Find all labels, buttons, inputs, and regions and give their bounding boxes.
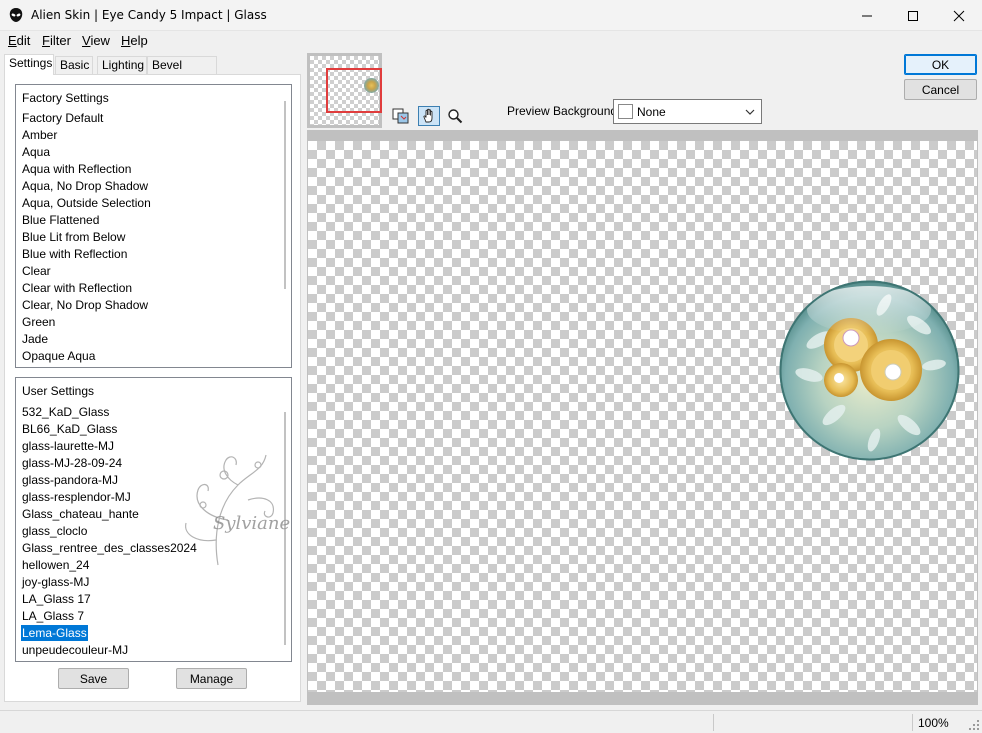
preview-background-select[interactable]: None <box>613 99 762 124</box>
list-item[interactable]: glass-resplendor-MJ <box>21 489 132 505</box>
preview-frame <box>307 130 978 705</box>
close-button[interactable] <box>936 0 982 31</box>
user-list-scrollbar[interactable] <box>284 412 286 645</box>
factory-list-scrollbar[interactable] <box>284 101 286 289</box>
list-item[interactable]: Lema-Glass <box>21 625 88 641</box>
magnifier-icon <box>448 109 463 124</box>
list-item[interactable]: 532_KaD_Glass <box>21 404 110 420</box>
cancel-button[interactable]: Cancel <box>904 79 977 100</box>
list-item[interactable]: Clear with Reflection <box>21 280 133 296</box>
minimize-button[interactable] <box>844 0 890 31</box>
preview-background-value: None <box>637 105 666 119</box>
list-item[interactable]: joy-glass-MJ <box>21 574 90 590</box>
list-item[interactable]: LA_Glass 17 <box>21 591 92 607</box>
manage-button[interactable]: Manage <box>176 668 247 689</box>
list-item[interactable]: Glass_chateau_hante <box>21 506 140 522</box>
factory-settings-header: Factory Settings <box>22 91 109 105</box>
user-settings-list[interactable]: User Settings 532_KaD_Glass BL66_KaD_Glas… <box>15 377 292 662</box>
list-item[interactable]: glass_cloclo <box>21 523 88 539</box>
alien-skin-app-icon <box>9 8 23 22</box>
list-item[interactable]: Green <box>21 314 56 330</box>
title-bar: Alien Skin | Eye Candy 5 Impact | Glass <box>0 0 982 31</box>
list-item[interactable]: Aqua <box>21 144 51 160</box>
list-item[interactable]: Glass_rentree_des_classes2024 <box>21 540 198 556</box>
preview-toggle-icon <box>392 108 409 124</box>
hand-icon <box>423 108 433 123</box>
background-swatch <box>618 104 633 119</box>
list-item[interactable]: LA_Glass 7 <box>21 608 85 624</box>
zoom-tool-button[interactable] <box>444 106 466 126</box>
factory-settings-list[interactable]: Factory Settings Factory Default Amber Aqu… <box>15 84 292 368</box>
list-item[interactable]: Opaque Aqua <box>21 348 96 364</box>
window-title: Alien Skin | Eye Candy 5 Impact | Glass <box>31 8 267 22</box>
navigator-view-rectangle[interactable] <box>326 68 382 113</box>
tab-basic[interactable]: Basic <box>55 56 93 74</box>
ok-button[interactable]: OK <box>904 54 977 75</box>
list-item[interactable]: Clear, No Drop Shadow <box>21 297 149 313</box>
menu-edit[interactable]: Edit <box>8 33 30 48</box>
preview-background-label: Preview Background: <box>507 104 621 118</box>
list-item[interactable]: Blue Flattened <box>21 212 100 228</box>
list-item[interactable]: Aqua, Outside Selection <box>21 195 152 211</box>
resize-grip-icon[interactable] <box>968 719 980 731</box>
minimize-icon <box>862 15 872 16</box>
menu-help[interactable]: Help <box>121 33 148 48</box>
tab-lighting[interactable]: Lighting <box>97 56 147 74</box>
status-bar: 100% <box>0 710 982 733</box>
list-item[interactable]: Amber <box>21 127 58 143</box>
maximize-button[interactable] <box>890 0 936 31</box>
navigator-thumbnail[interactable] <box>307 53 382 128</box>
preview-toggle-button[interactable] <box>390 106 412 126</box>
list-item[interactable]: hellowen_24 <box>21 557 90 573</box>
list-item[interactable]: BL66_KaD_Glass <box>21 421 118 437</box>
list-item[interactable]: glass-MJ-28-09-24 <box>21 455 123 471</box>
list-item[interactable]: Factory Default <box>21 110 104 126</box>
status-divider <box>713 714 714 731</box>
list-item[interactable]: glass-laurette-MJ <box>21 438 115 454</box>
list-item[interactable]: Jade <box>21 331 49 347</box>
menu-bar: Edit Filter View Help <box>0 31 982 51</box>
list-item[interactable]: Blue Lit from Below <box>21 229 126 245</box>
list-item[interactable]: glass-pandora-MJ <box>21 472 119 488</box>
user-settings-header: User Settings <box>22 384 95 398</box>
list-item[interactable]: Aqua with Reflection <box>21 161 132 177</box>
chevron-down-icon <box>745 109 755 115</box>
save-button[interactable]: Save <box>58 668 129 689</box>
zoom-level: 100% <box>918 716 949 730</box>
list-item[interactable]: Aqua, No Drop Shadow <box>21 178 149 194</box>
hand-tool-button[interactable] <box>418 106 440 126</box>
maximize-icon <box>908 10 918 21</box>
menu-filter[interactable]: Filter <box>42 33 71 48</box>
list-item[interactable]: unpeudecouleur-MJ <box>21 642 129 658</box>
menu-view[interactable]: View <box>82 33 110 48</box>
close-icon <box>953 10 965 21</box>
list-item[interactable]: Clear <box>21 263 52 279</box>
tab-bevel-profile[interactable]: Bevel Profile <box>147 56 217 86</box>
list-item[interactable]: Blue with Reflection <box>21 246 128 262</box>
status-divider <box>912 714 913 731</box>
preview-canvas[interactable] <box>308 141 977 692</box>
tab-settings[interactable]: Settings <box>4 54 54 75</box>
glass-ball-preview <box>779 280 960 461</box>
